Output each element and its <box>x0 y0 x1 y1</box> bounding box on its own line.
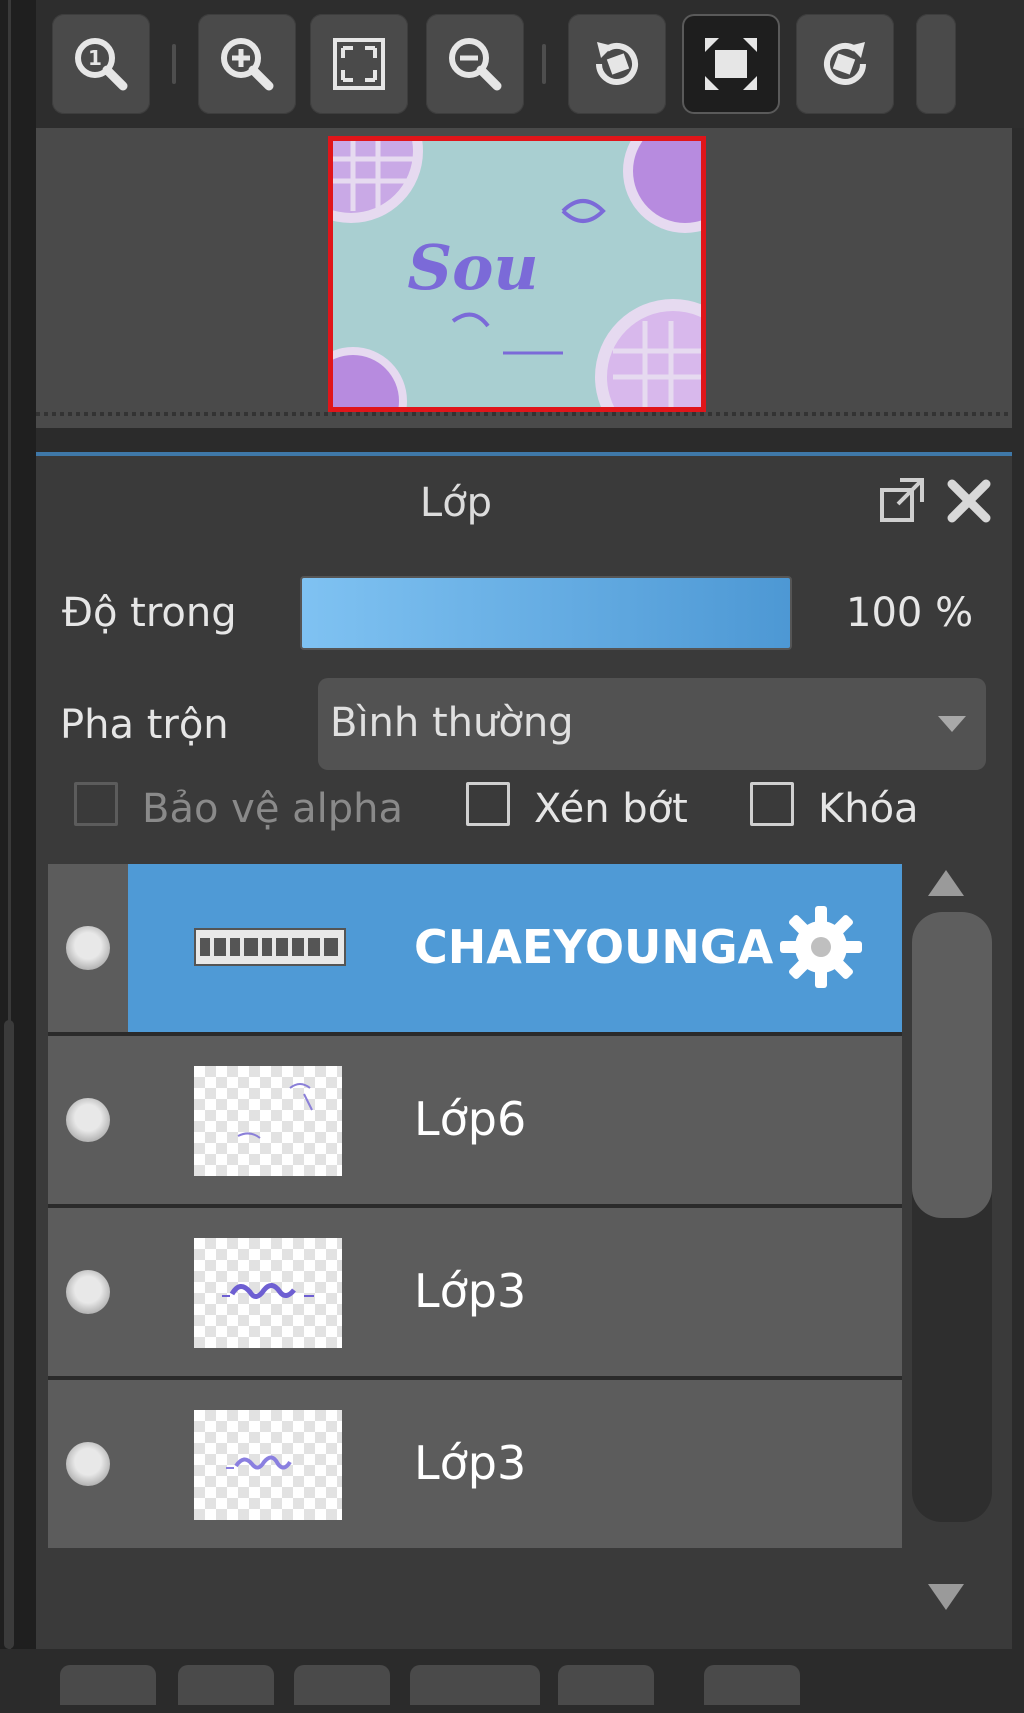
lock-checkbox[interactable] <box>750 782 794 826</box>
scroll-up-icon[interactable] <box>928 870 964 896</box>
blend-mode-select[interactable]: Bình thường <box>318 678 986 770</box>
rotate-left-icon <box>596 42 638 85</box>
opacity-label: Độ trong <box>62 590 237 636</box>
popout-icon[interactable] <box>876 476 926 526</box>
visibility-column <box>48 1380 128 1548</box>
layer-actions-bar <box>48 1653 1024 1713</box>
svg-text:1: 1 <box>88 46 102 70</box>
new-layer-button[interactable] <box>60 1665 156 1705</box>
layer-panel-body: Độ trong 100 % Pha trộn Bình thường Bảo … <box>36 546 1012 1705</box>
layer-row[interactable]: CHAEYOUNGA <box>48 864 902 1032</box>
navigator-toolbar: 1 <box>36 0 1024 128</box>
zoom-actual-size-button[interactable]: 1 <box>52 14 150 114</box>
navigator-splitter[interactable] <box>36 412 1012 416</box>
zoom-in-button[interactable] <box>198 14 296 114</box>
clipping-checkbox[interactable] <box>466 782 510 826</box>
left-dock-strip <box>0 0 36 1649</box>
reset-rotation-button[interactable] <box>682 14 780 114</box>
rotate-left-button[interactable] <box>568 14 666 114</box>
zoom-in-icon <box>221 38 274 91</box>
scroll-track[interactable] <box>912 912 992 1522</box>
blend-mode-label: Pha trộn <box>60 702 229 748</box>
duplicate-layer-button[interactable] <box>178 1665 274 1705</box>
layer-list-scrollbar[interactable] <box>902 864 1012 1649</box>
layer-row[interactable]: Lớp6 <box>48 1036 902 1204</box>
lock-label: Khóa <box>818 786 919 832</box>
visibility-column <box>48 864 128 1032</box>
layer-action-button[interactable] <box>558 1665 654 1705</box>
layer-panel-header: Lớp <box>36 456 1012 546</box>
layer-thumbnail <box>194 1410 342 1520</box>
scroll-thumb[interactable] <box>912 912 992 1218</box>
zoom-actual-size-icon: 1 <box>75 38 128 91</box>
visibility-column <box>48 1036 128 1204</box>
layer-name: Lớp3 <box>414 1264 527 1318</box>
dock-scroll-handle[interactable] <box>4 1020 14 1649</box>
rotate-right-button[interactable] <box>796 14 894 114</box>
scroll-down-icon[interactable] <box>928 1584 964 1610</box>
layer-name: Lớp3 <box>414 1436 527 1490</box>
visibility-toggle-icon[interactable] <box>66 1270 110 1314</box>
layer-name: Lớp6 <box>414 1092 527 1146</box>
chevron-down-icon <box>938 716 966 732</box>
navigator-preview[interactable]: Sou <box>36 128 1012 428</box>
visibility-toggle-icon[interactable] <box>66 926 110 970</box>
fit-screen-icon <box>333 38 385 90</box>
reset-rotation-icon <box>705 38 757 90</box>
fit-screen-button[interactable] <box>310 14 408 114</box>
visibility-column <box>48 1208 128 1376</box>
layer-thumbnail-image <box>222 1283 314 1299</box>
rotate-right-icon <box>824 42 866 85</box>
opacity-slider[interactable] <box>300 576 792 650</box>
gear-icon[interactable] <box>778 904 864 990</box>
canvas-thumbnail[interactable]: Sou <box>328 136 706 412</box>
close-icon[interactable] <box>944 476 994 526</box>
protect-alpha-checkbox[interactable] <box>74 782 118 826</box>
visibility-toggle-icon[interactable] <box>66 1098 110 1142</box>
layer-row[interactable]: Lớp3 <box>48 1380 902 1548</box>
layer-thumbnail-image <box>237 1083 313 1139</box>
toolbar-separator <box>172 44 176 84</box>
opacity-value: 100 % <box>846 590 974 636</box>
svg-text:Sou: Sou <box>407 231 538 304</box>
layer-thumbnail <box>194 1066 342 1176</box>
layer-row[interactable]: Lớp3 <box>48 1208 902 1376</box>
zoom-out-icon <box>449 38 502 91</box>
toolbar-overflow-button[interactable] <box>916 14 956 114</box>
visibility-toggle-icon[interactable] <box>66 1442 110 1486</box>
zoom-out-button[interactable] <box>426 14 524 114</box>
layer-list: CHAEYOUNGA Lớp6 Lớp3 Lớp3 <box>48 864 902 1649</box>
layer-thumbnail <box>194 1238 342 1348</box>
layer-thumbnail <box>194 928 346 966</box>
delete-layer-button[interactable] <box>704 1665 800 1705</box>
text-layer-thumbnail-image <box>196 930 344 964</box>
protect-alpha-label: Bảo vệ alpha <box>142 786 404 832</box>
layer-thumbnail-image <box>226 1455 292 1470</box>
clipping-label: Xén bớt <box>534 786 688 832</box>
blend-mode-value: Bình thường <box>330 700 574 746</box>
layer-folder-button[interactable] <box>410 1665 540 1705</box>
panel-title: Lớp <box>419 480 493 526</box>
toolbar-separator <box>542 44 546 84</box>
canvas-preview-image: Sou <box>333 141 701 407</box>
layer-name: CHAEYOUNGA <box>414 920 774 974</box>
merge-layer-button[interactable] <box>294 1665 390 1705</box>
